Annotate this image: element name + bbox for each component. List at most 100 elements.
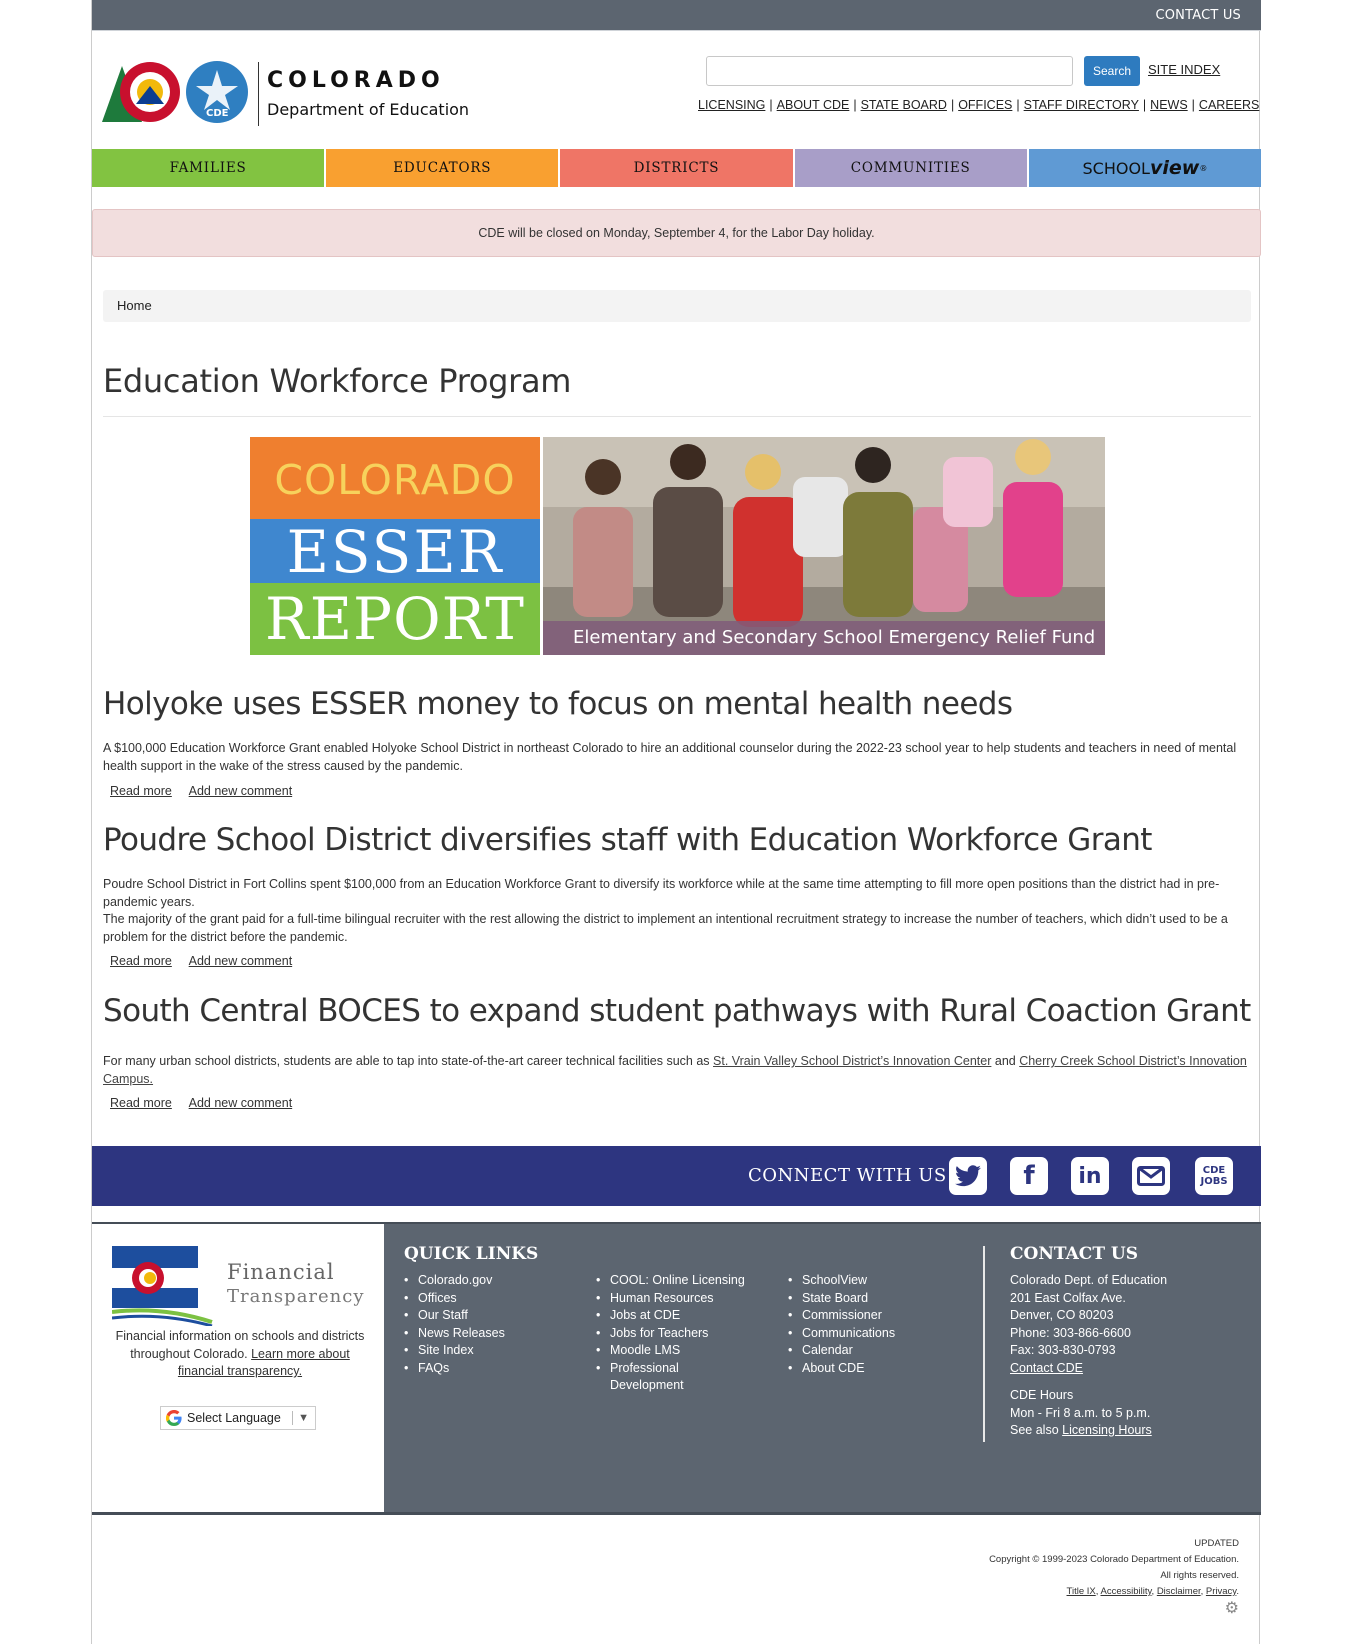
article-title[interactable]: Poudre School District diversifies staff… bbox=[103, 822, 1152, 858]
disclaimer-link[interactable]: Disclaimer bbox=[1157, 1586, 1201, 1597]
financial-transparency-logo-icon[interactable] bbox=[112, 1246, 222, 1326]
quick-link[interactable]: COOL: Online Licensing bbox=[596, 1272, 756, 1290]
news-link[interactable]: NEWS bbox=[1150, 98, 1188, 112]
holiday-alert: CDE will be closed on Monday, September … bbox=[92, 209, 1261, 257]
separator: | bbox=[853, 98, 857, 112]
licensing-link[interactable]: LICENSING bbox=[698, 98, 765, 112]
linkedin-icon[interactable]: in bbox=[1071, 1157, 1109, 1195]
footer-divider bbox=[983, 1246, 985, 1442]
quick-link[interactable]: Offices bbox=[404, 1290, 584, 1308]
banner-colorado: COLORADO bbox=[250, 437, 540, 519]
quick-link[interactable]: Professional Development bbox=[596, 1360, 696, 1395]
read-more-link[interactable]: Read more bbox=[110, 784, 172, 798]
add-comment-link[interactable]: Add new comment bbox=[189, 784, 293, 798]
quick-link[interactable]: FAQs bbox=[404, 1360, 584, 1378]
hours-line: Mon - Fri 8 a.m. to 5 p.m. bbox=[1010, 1405, 1151, 1420]
utility-links: LICENSING | ABOUT CDE | STATE BOARD | OFFICES |… bbox=[698, 98, 1259, 112]
separator: | bbox=[950, 98, 955, 112]
about-cde-link[interactable]: ABOUT CDE bbox=[777, 98, 850, 112]
quick-link[interactable]: Calendar bbox=[788, 1342, 968, 1360]
connect-label: CONNECT WITH US bbox=[748, 1165, 947, 1186]
article-title[interactable]: South Central BOCES to expand student pa… bbox=[103, 993, 1251, 1029]
article-text: and bbox=[991, 1054, 1020, 1068]
article-links: Read more Add new comment bbox=[110, 954, 306, 968]
facebook-icon[interactable]: f bbox=[1010, 1157, 1048, 1195]
cde-jobs-line1: CDE bbox=[1202, 1165, 1226, 1176]
email-icon[interactable] bbox=[1132, 1157, 1170, 1195]
st-vrain-link[interactable]: St. Vrain Valley School District’s Innov… bbox=[713, 1054, 991, 1068]
language-separator bbox=[292, 1411, 293, 1425]
quick-link[interactable]: Commissioner bbox=[788, 1307, 968, 1325]
article-text: For many urban school districts, student… bbox=[103, 1054, 714, 1068]
quick-link[interactable]: Jobs for Teachers bbox=[596, 1325, 756, 1343]
quick-link[interactable]: News Releases bbox=[404, 1325, 584, 1343]
search-input[interactable] bbox=[706, 56, 1073, 86]
contact-line: Phone: 303-866-6600 bbox=[1010, 1325, 1131, 1340]
search-button[interactable]: Search bbox=[1084, 56, 1140, 86]
privacy-link[interactable]: Privacy bbox=[1206, 1586, 1236, 1597]
site-index-link[interactable]: SITE INDEX bbox=[1148, 62, 1220, 77]
state-board-link[interactable]: STATE BOARD bbox=[861, 98, 947, 112]
quick-link[interactable]: Jobs at CDE bbox=[596, 1307, 756, 1325]
quick-link[interactable]: State Board bbox=[788, 1290, 968, 1308]
quick-link[interactable]: Site Index bbox=[404, 1342, 584, 1360]
read-more-link[interactable]: Read more bbox=[110, 1096, 172, 1110]
nav-educators[interactable]: EDUCATORS bbox=[326, 149, 559, 187]
hours-title: CDE Hours bbox=[1010, 1388, 1074, 1402]
logo-wordmark-department: Department of Education bbox=[267, 100, 470, 119]
contact-line: Colorado Dept. of Education bbox=[1010, 1273, 1168, 1287]
main-nav: FAMILIES EDUCATORS DISTRICTS COMMUNITIES… bbox=[92, 149, 1262, 187]
breadcrumb: Home bbox=[103, 290, 1251, 322]
contact-line: Fax: 303-830-0793 bbox=[1010, 1343, 1116, 1357]
accessibility-link[interactable]: Accessibility bbox=[1101, 1586, 1152, 1597]
esser-banner: COLORADO ESSER REPORT Elementary and Sec… bbox=[250, 437, 1105, 655]
cde-logo[interactable]: CDE COLORADO Department of Education bbox=[100, 58, 480, 130]
colorado-logo-icon: CDE bbox=[102, 61, 248, 123]
separator: | bbox=[769, 98, 773, 112]
updated-label: UPDATED bbox=[1194, 1538, 1239, 1549]
quick-link[interactable]: Moodle LMS bbox=[596, 1342, 756, 1360]
title-ix-link[interactable]: Title IX bbox=[1067, 1586, 1096, 1597]
quick-link[interactable]: Our Staff bbox=[404, 1307, 584, 1325]
quick-link[interactable]: SchoolView bbox=[788, 1272, 968, 1290]
article-title[interactable]: Holyoke uses ESSER money to focus on men… bbox=[103, 686, 1013, 722]
footer-main: QUICK LINKS Colorado.gov Offices Our Sta… bbox=[384, 1224, 1261, 1514]
add-comment-link[interactable]: Add new comment bbox=[189, 1096, 293, 1110]
cde-jobs-line2: JOBS bbox=[1200, 1176, 1228, 1187]
nav-districts[interactable]: DISTRICTS bbox=[560, 149, 793, 187]
contact-line: 201 East Colfax Ave. bbox=[1010, 1290, 1126, 1305]
nav-families[interactable]: FAMILIES bbox=[92, 149, 325, 187]
twitter-icon[interactable] bbox=[949, 1157, 987, 1195]
contact-us-link[interactable]: CONTACT US bbox=[1155, 8, 1241, 23]
footer-bottom-rule bbox=[92, 1512, 1261, 1515]
quick-links-col-1: Colorado.gov Offices Our Staff News Rele… bbox=[404, 1272, 584, 1377]
see-also-text: See also bbox=[1010, 1423, 1063, 1437]
nav-schoolview[interactable]: SCHOOL view ® bbox=[1028, 149, 1262, 187]
breadcrumb-home[interactable]: Home bbox=[117, 298, 152, 313]
careers-link[interactable]: CAREERS bbox=[1199, 98, 1259, 112]
offices-link[interactable]: OFFICES bbox=[958, 98, 1012, 112]
top-bar: CONTACT US bbox=[92, 0, 1261, 31]
article-body: The majority of the grant paid for a ful… bbox=[103, 912, 1228, 944]
cde-jobs-icon[interactable]: CDE JOBS bbox=[1195, 1157, 1233, 1195]
quick-link[interactable]: Human Resources bbox=[596, 1290, 756, 1308]
contact-cde-link[interactable]: Contact CDE bbox=[1010, 1361, 1083, 1375]
schoolview-label-school: SCHOOL bbox=[1082, 158, 1150, 178]
read-more-link[interactable]: Read more bbox=[110, 954, 172, 968]
quick-link[interactable]: Communications bbox=[788, 1325, 968, 1343]
quick-links-col-2: COOL: Online Licensing Human Resources J… bbox=[596, 1272, 756, 1395]
staff-directory-link[interactable]: STAFF DIRECTORY bbox=[1024, 98, 1139, 112]
schoolview-label-view: view bbox=[1149, 157, 1200, 179]
nav-communities[interactable]: COMMUNITIES bbox=[794, 149, 1027, 187]
svg-text:CDE: CDE bbox=[206, 108, 229, 119]
licensing-hours-link[interactable]: Licensing Hours bbox=[1062, 1423, 1152, 1437]
separator: | bbox=[1191, 98, 1195, 112]
page: CONTACT US CDE COLORADO Department of Ed… bbox=[91, 0, 1262, 1644]
quick-link[interactable]: Colorado.gov bbox=[404, 1272, 584, 1290]
transparency-text: Transparency bbox=[227, 1286, 365, 1307]
article-body: A $100,000 Education Workforce Grant ena… bbox=[103, 741, 1237, 773]
financial-text: Financial bbox=[227, 1260, 335, 1284]
add-comment-link[interactable]: Add new comment bbox=[189, 954, 293, 968]
language-select[interactable]: Select Language ▼ bbox=[160, 1406, 316, 1430]
quick-link[interactable]: About CDE bbox=[788, 1360, 968, 1378]
